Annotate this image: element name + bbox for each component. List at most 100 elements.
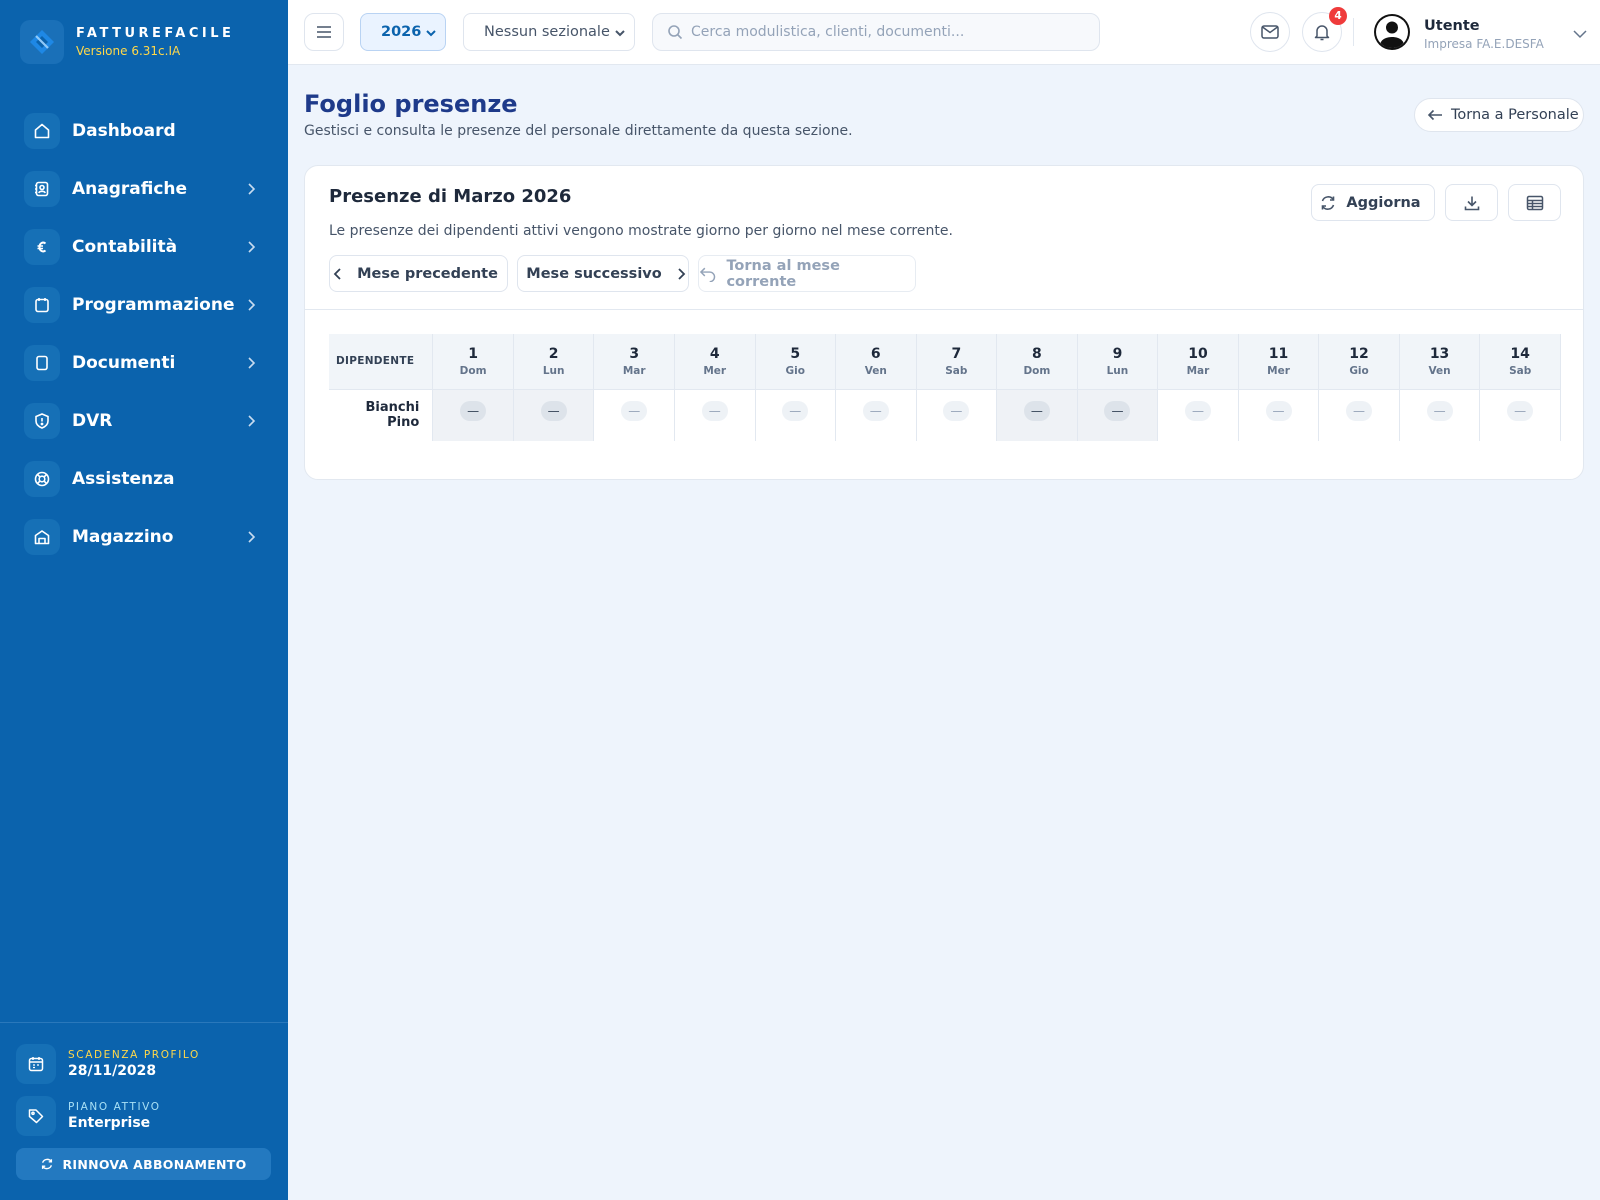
next-month-button[interactable]: Mese successivo: [517, 255, 689, 292]
sidebar: FATTUREFACILE Versione 6.31c.IA Dashboar…: [0, 0, 288, 1200]
messages-button[interactable]: [1250, 12, 1290, 52]
day-column-header: 8 Dom: [996, 334, 1078, 389]
user-menu[interactable]: Utente Impresa FA.E.DESFA: [1373, 13, 1588, 55]
sidebar-item-label: Documenti: [72, 353, 176, 373]
day-weekday: Mar: [1186, 364, 1210, 377]
attendance-card-description: Le presenze dei dipendenti attivi vengon…: [329, 223, 953, 239]
day-weekday: Gio: [785, 364, 805, 377]
attendance-grid: DIPENDENTE 1 Dom 2 Lun 3 Mar 4 Mer 5 Gio 6 Ven 7 Sab 8…: [329, 334, 1561, 441]
refresh-button[interactable]: Aggiorna: [1311, 184, 1435, 221]
day-number: 11: [1268, 345, 1289, 362]
card-divider: [305, 309, 1583, 310]
menu-toggle-button[interactable]: [304, 13, 344, 51]
attendance-mark: —: [1346, 400, 1373, 421]
sidebar-divider: [0, 1022, 288, 1023]
attendance-cell[interactable]: —: [1318, 388, 1400, 441]
day-column-header: 4 Mer: [674, 334, 756, 389]
previous-month-button[interactable]: Mese precedente: [329, 255, 508, 292]
day-weekday: Dom: [459, 364, 487, 377]
attendance-cell[interactable]: —: [835, 388, 917, 441]
employee-name: Bianchi Pino: [329, 388, 434, 441]
attendance-cell[interactable]: —: [513, 388, 595, 441]
day-number: 6: [870, 345, 881, 362]
sidebar-item-magazzino[interactable]: Magazzino: [24, 508, 264, 566]
attendance-cell[interactable]: —: [1157, 388, 1239, 441]
refresh-icon: [1322, 195, 1335, 210]
attendance-cell[interactable]: —: [593, 388, 675, 441]
sidebar-item-contabilita[interactable]: Contabilità: [24, 218, 264, 276]
mail-icon: [1261, 25, 1279, 39]
attendance-card-title: Presenze di Marzo 2026: [329, 186, 572, 207]
day-number: 1: [468, 345, 478, 362]
current-month-button[interactable]: Torna al mese corrente: [698, 255, 916, 292]
day-number: 5: [790, 345, 801, 362]
day-column-header: 11 Mer: [1238, 334, 1320, 389]
attendance-cell[interactable]: —: [1399, 388, 1481, 441]
attendance-mark: —: [862, 400, 889, 421]
attendance-mark: —: [460, 400, 487, 421]
warehouse-icon: [24, 519, 60, 555]
attendance-table: DIPENDENTE 1 Dom 2 Lun 3 Mar 4 Mer 5 Gio 6 Ven 7 Sab 8…: [329, 334, 1561, 441]
attendance-mark: —: [1426, 400, 1453, 421]
home-icon: [24, 113, 60, 149]
day-weekday: Mer: [703, 364, 727, 377]
employee-column-header: DIPENDENTE: [329, 334, 434, 389]
attendance-mark: —: [1507, 400, 1534, 421]
sidebar-item-dashboard[interactable]: Dashboard: [24, 102, 264, 160]
attendance-cell[interactable]: —: [1479, 388, 1561, 441]
sezionale-select[interactable]: Nessun sezionale: [463, 13, 635, 51]
refresh-label: Aggiorna: [1346, 194, 1421, 211]
attendance-cell[interactable]: —: [1238, 388, 1320, 441]
sidebar-item-programmazione[interactable]: Programmazione: [24, 276, 264, 334]
year-select[interactable]: 2026: [360, 13, 446, 51]
day-column-header: 6 Ven: [835, 334, 917, 389]
profile-expiry-label: SCADENZA PROFILO: [68, 1049, 200, 1061]
chevron-right-icon: [678, 267, 685, 280]
chevron-down-icon: [426, 30, 436, 37]
sidebar-item-anagrafiche[interactable]: Anagrafiche: [24, 160, 264, 218]
attendance-cell[interactable]: —: [432, 388, 514, 441]
attendance-mark: —: [1104, 400, 1131, 421]
day-column-header: 14 Sab: [1479, 334, 1561, 389]
sidebar-item-documenti[interactable]: Documenti: [24, 334, 264, 392]
day-weekday: Ven: [1428, 364, 1451, 377]
page-subtitle: Gestisci e consulta le presenze del pers…: [304, 123, 853, 139]
brand-name: FATTUREFACILE: [76, 26, 235, 41]
download-button[interactable]: [1445, 184, 1498, 221]
attendance-cell[interactable]: —: [755, 388, 837, 441]
attendance-cell[interactable]: —: [674, 388, 756, 441]
table-view-button[interactable]: [1508, 184, 1561, 221]
sidebar-item-dvr[interactable]: DVR: [24, 392, 264, 450]
chevron-right-icon: [246, 413, 256, 432]
user-name: Utente: [1424, 17, 1480, 34]
sidebar-item-label: DVR: [72, 411, 113, 431]
renew-subscription-button[interactable]: RINNOVA ABBONAMENTO: [16, 1148, 271, 1180]
active-plan-value: Enterprise: [68, 1115, 151, 1131]
attendance-cell[interactable]: —: [996, 388, 1078, 441]
year-select-value: 2026: [381, 24, 422, 40]
attendance-header-row: DIPENDENTE 1 Dom 2 Lun 3 Mar 4 Mer 5 Gio 6 Ven 7 Sab 8…: [329, 334, 1561, 389]
day-weekday: Sab: [1509, 364, 1532, 377]
back-to-personale-button[interactable]: Torna a Personale: [1414, 98, 1584, 132]
attendance-cell[interactable]: —: [1077, 388, 1159, 441]
avatar: [1373, 13, 1411, 55]
attendance-mark: —: [782, 400, 809, 421]
search-input[interactable]: Cerca modulistica, clienti, documenti...: [652, 13, 1100, 51]
day-number: 8: [1032, 345, 1042, 362]
sidebar-item-label: Dashboard: [72, 121, 176, 141]
attendance-cell[interactable]: —: [916, 388, 998, 441]
attendance-mark: —: [701, 400, 728, 421]
active-plan-label: PIANO ATTIVO: [68, 1101, 161, 1113]
attendance-mark: —: [621, 400, 648, 421]
attendance-card: Presenze di Marzo 2026 Le presenze dei d…: [304, 165, 1584, 480]
shield-icon: [24, 403, 60, 439]
chevron-right-icon: [246, 355, 256, 374]
sidebar-item-assistenza[interactable]: Assistenza: [24, 450, 264, 508]
notifications-button[interactable]: 4: [1302, 7, 1347, 52]
day-column-header: 12 Gio: [1318, 334, 1400, 389]
day-number: 14: [1510, 345, 1530, 362]
calendar-icon: [16, 1044, 56, 1084]
day-column-header: 7 Sab: [916, 334, 998, 389]
brand[interactable]: FATTUREFACILE Versione 6.31c.IA: [20, 20, 234, 64]
bell-icon: [1314, 25, 1330, 41]
